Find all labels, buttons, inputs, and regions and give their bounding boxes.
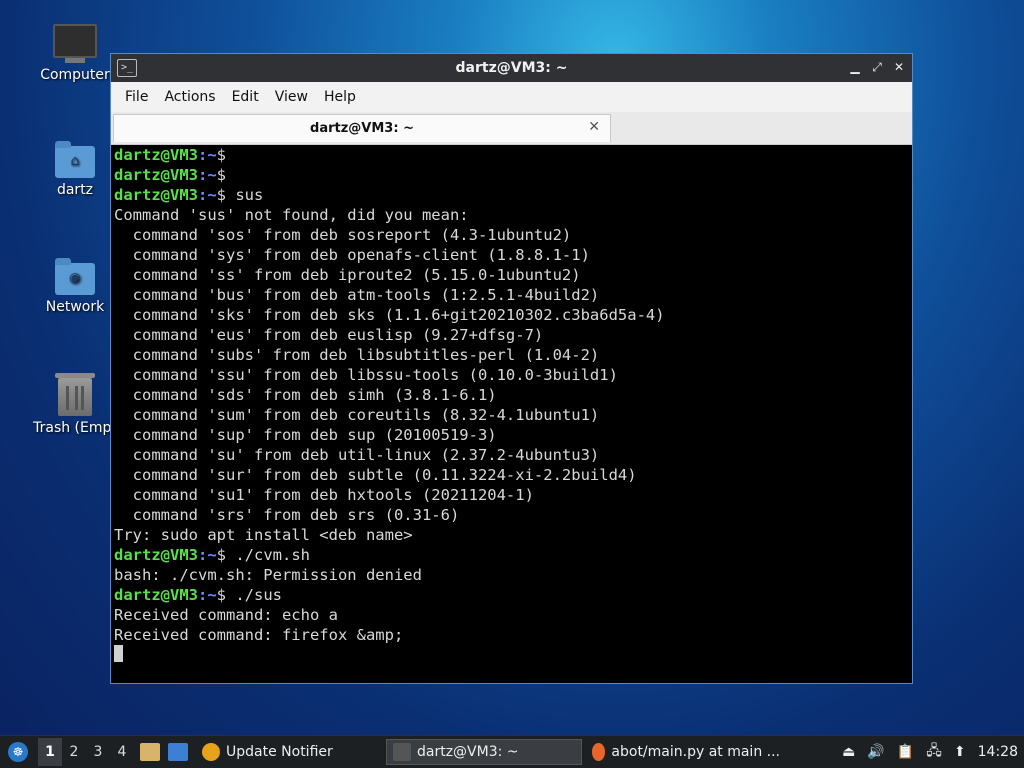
terminal-output-line: command 'ssu' from deb libssu-tools (0.1… (114, 366, 618, 384)
start-menu-icon: ☸ (8, 742, 28, 762)
minimize-button[interactable]: ▁ (848, 58, 862, 76)
terminal-output-line: command 'sys' from deb openafs-client (1… (114, 246, 590, 264)
network-icon[interactable]: 🖧 (926, 740, 942, 764)
terminal-prompt-line: dartz@VM3:~$ sus (114, 185, 909, 205)
prompt-path: :~ (198, 586, 217, 604)
taskbar-task-label: Update Notifier (226, 744, 333, 760)
prompt-command: ./cvm.sh (226, 546, 311, 564)
tab-terminal[interactable]: dartz@VM3: ~ ✕ (113, 114, 611, 142)
terminal-prompt-line: dartz@VM3:~$ ./sus (114, 585, 909, 605)
maximize-button[interactable]: ⤢ (870, 58, 884, 76)
eject-icon[interactable]: ⏏ (842, 744, 855, 760)
file-manager-icon[interactable] (140, 743, 160, 761)
terminal-output-line: command 'ss' from deb iproute2 (5.15.0-1… (114, 266, 581, 284)
terminal-window[interactable]: >_ dartz@VM3: ~ ▁ ⤢ ✕ File Actions Edit Vie… (110, 53, 913, 684)
prompt-host: dartz@VM3 (114, 166, 198, 184)
firefox-icon (592, 743, 606, 761)
clipboard-icon[interactable]: 📋 (897, 744, 914, 760)
prompt-host: dartz@VM3 (114, 586, 198, 604)
menu-actions[interactable]: Actions (156, 89, 223, 105)
menu-view[interactable]: View (267, 89, 316, 105)
workspace-1[interactable]: 1 (38, 738, 62, 766)
system-tray: ⏏ 🔊 📋 🖧 ⬆ 14:28 (836, 736, 1024, 768)
prompt-command: sus (226, 186, 264, 204)
terminal-output-line: Received command: firefox &amp; (114, 626, 404, 644)
prompt-path: :~ (198, 166, 217, 184)
terminal-output-line: command 'sur' from deb subtle (0.11.3224… (114, 466, 637, 484)
window-titlebar[interactable]: >_ dartz@VM3: ~ ▁ ⤢ ✕ (111, 54, 912, 82)
start-menu-button[interactable]: ☸ (4, 740, 32, 764)
prompt-host: dartz@VM3 (114, 546, 198, 564)
terminal-prompt-line: dartz@VM3:~$ (114, 145, 909, 165)
prompt-sign: $ (216, 166, 227, 184)
tab-close-icon[interactable]: ✕ (588, 119, 600, 135)
network-folder-icon: ◉ (55, 258, 95, 295)
close-button[interactable]: ✕ (892, 58, 906, 76)
terminal-output-line: Received command: echo a (114, 606, 338, 624)
volume-icon[interactable]: 🔊 (867, 744, 884, 760)
prompt-sign: $ (216, 186, 227, 204)
terminal-output-line: command 'bus' from deb atm-tools (1:2.5.… (114, 286, 600, 304)
desktop-icon-label: Trash (Empt (33, 420, 117, 436)
terminal-output-line: Command 'sus' not found, did you mean: (114, 206, 469, 224)
terminal-output-line: command 'srs' from deb srs (0.31-6) (114, 506, 460, 524)
window-title: dartz@VM3: ~ (455, 60, 568, 76)
menu-help[interactable]: Help (316, 89, 364, 105)
prompt-sign: $ (216, 146, 227, 164)
update-notifier-icon (202, 743, 220, 761)
taskbar-task[interactable]: abot/main.py at main ... (586, 739, 786, 765)
terminal-output-line: Try: sudo apt install <deb name> (114, 526, 413, 544)
prompt-path: :~ (198, 546, 217, 564)
text-cursor (114, 645, 123, 662)
menu-bar: File Actions Edit View Help (111, 82, 912, 112)
terminal-output-line: command 'subs' from deb libsubtitles-per… (114, 346, 600, 364)
prompt-sign: $ (216, 546, 227, 564)
taskbar-task[interactable]: Update Notifier (196, 739, 382, 765)
workspace-4[interactable]: 4 (110, 744, 134, 760)
taskbar-task-label: dartz@VM3: ~ (417, 744, 519, 760)
taskbar: ☸ 1234 Update Notifier dartz@VM3: ~ abot/m… (0, 735, 1024, 768)
prompt-host: dartz@VM3 (114, 186, 198, 204)
trash-icon (55, 373, 95, 416)
terminal-output-line: command 'sup' from deb sup (20100519-3) (114, 426, 497, 444)
prompt-command: ./sus (226, 586, 283, 604)
terminal-output-line: bash: ./cvm.sh: Permission denied (114, 566, 422, 584)
terminal-prompt-line: dartz@VM3:~$ (114, 165, 909, 185)
terminal-output-line: command 'eus' from deb euslisp (9.27+dfs… (114, 326, 544, 344)
menu-edit[interactable]: Edit (224, 89, 267, 105)
show-desktop-icon[interactable] (168, 743, 188, 761)
terminal-cursor-line (114, 645, 909, 665)
home-folder-icon: ⌂ (55, 141, 95, 178)
taskbar-task[interactable]: dartz@VM3: ~ (386, 739, 582, 765)
terminal-output-line: command 'su1' from deb hxtools (20211204… (114, 486, 534, 504)
prompt-sign: $ (216, 586, 227, 604)
clock[interactable]: 14:28 (978, 744, 1018, 760)
prompt-host: dartz@VM3 (114, 146, 198, 164)
tab-label: dartz@VM3: ~ (310, 121, 414, 136)
terminal-output-line: command 'su' from deb util-linux (2.37.2… (114, 446, 600, 464)
terminal-output-line: command 'sks' from deb sks (1.1.6+git202… (114, 306, 665, 324)
terminal-prompt-line: dartz@VM3:~$ ./cvm.sh (114, 545, 909, 565)
menu-file[interactable]: File (117, 89, 156, 105)
terminal-icon (393, 743, 411, 761)
terminal-output[interactable]: dartz@VM3:~$ dartz@VM3:~$ dartz@VM3:~$ sus… (114, 145, 909, 680)
taskbar-task-label: abot/main.py at main ... (611, 744, 780, 760)
workspace-3[interactable]: 3 (86, 744, 110, 760)
terminal-output-line: command 'sum' from deb coreutils (8.32-4… (114, 406, 600, 424)
update-tray-icon[interactable]: ⬆ (954, 744, 966, 760)
terminal-output-line: command 'sos' from deb sosreport (4.3-1u… (114, 226, 572, 244)
prompt-path: :~ (198, 146, 217, 164)
tab-bar: dartz@VM3: ~ ✕ (111, 112, 912, 145)
workspace-2[interactable]: 2 (62, 744, 86, 760)
terminal-output-line: command 'sds' from deb simh (3.8.1-6.1) (114, 386, 497, 404)
prompt-path: :~ (198, 186, 217, 204)
